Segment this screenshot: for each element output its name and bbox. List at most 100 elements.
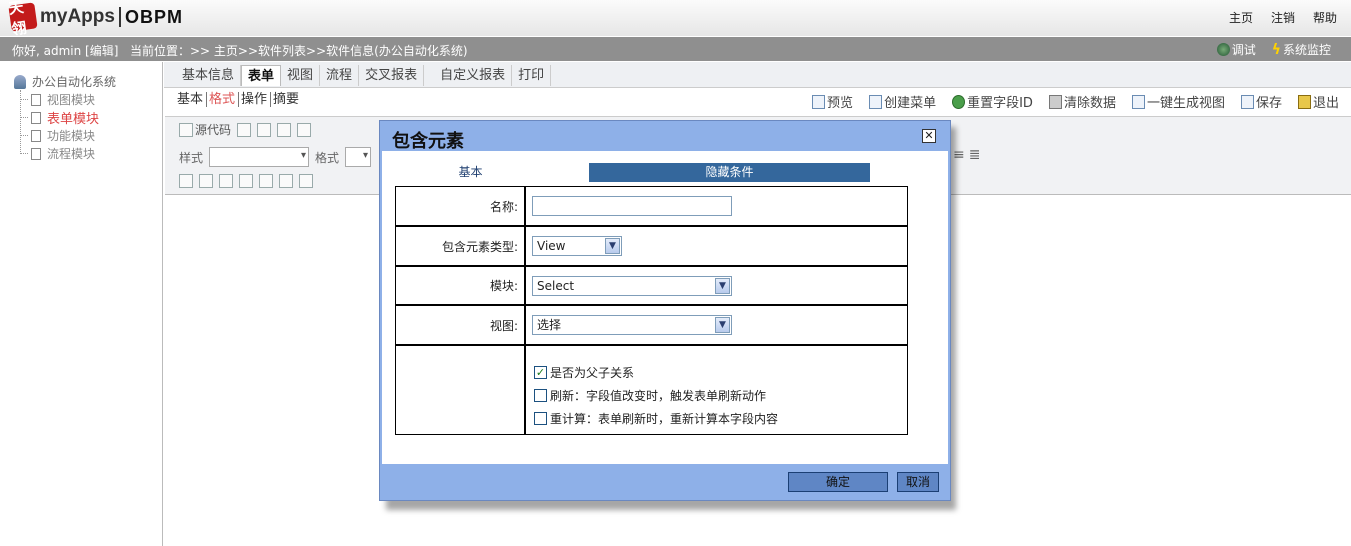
reset-field-id-button[interactable]: 重置字段ID: [952, 92, 1033, 111]
ok-button[interactable]: 确定: [788, 472, 888, 492]
view-select[interactable]: 选择 ▼: [532, 315, 732, 335]
type-cell: View ▼: [532, 227, 622, 265]
name-row: 名称:: [396, 187, 907, 227]
radio-field-icon[interactable]: [199, 174, 213, 188]
create-menu-button[interactable]: 创建菜单: [869, 92, 936, 111]
refresh-label: 刷新：字段值改变时，触发表单刷新动作: [550, 389, 767, 403]
recalculate-checkbox[interactable]: 重计算：表单刷新时，重新计算本字段内容: [534, 410, 778, 427]
reset-icon: [952, 94, 966, 109]
preview-button[interactable]: 预览: [812, 92, 853, 111]
brand-name: OBPM: [124, 6, 183, 27]
recalculate-label: 重计算：表单刷新时，重新计算本字段内容: [550, 412, 779, 426]
toolbar-row-2: 样式 格式: [179, 147, 372, 167]
system-monitor-label: 系统监控: [1282, 43, 1331, 57]
subtab-summary[interactable]: 摘要: [273, 92, 302, 107]
preview-icon: [812, 94, 826, 109]
tree-item-flow-module[interactable]: 流程模块: [20, 145, 95, 162]
tree-item-label: 流程模块: [47, 147, 96, 161]
format-label: 格式: [315, 150, 340, 165]
check-icon: ✓: [534, 366, 547, 379]
generate-view-button[interactable]: 一键生成视图: [1131, 92, 1225, 111]
tab-hidden-condition[interactable]: 隐藏条件: [589, 163, 870, 182]
name-input[interactable]: [532, 196, 732, 216]
exit-label: 退出: [1312, 96, 1339, 111]
chevron-down-icon: ▼: [715, 317, 730, 333]
subtab-operation[interactable]: 操作: [241, 92, 272, 107]
module-value: Select: [537, 278, 575, 293]
cancel-button[interactable]: 取消: [897, 472, 939, 492]
tab-form[interactable]: 表单: [241, 65, 282, 86]
label-field-icon[interactable]: [219, 174, 233, 188]
user-greeting[interactable]: 你好, admin [编辑]: [12, 42, 118, 59]
tree-item-view-module[interactable]: 视图模块: [20, 91, 95, 108]
view-value: 选择: [537, 318, 562, 332]
tab-crosstab-report[interactable]: 交叉报表: [359, 65, 425, 86]
tree-item-label: 表单模块: [47, 112, 100, 127]
tab-flow[interactable]: 流程: [320, 65, 360, 86]
info-bar: 你好, admin [编辑] 当前位置：>> 主页>>软件列表>>软件信息(办公…: [0, 37, 1351, 61]
source-code-button[interactable]: 源代码: [179, 121, 231, 138]
tab-basic-info[interactable]: 基本信息: [176, 65, 242, 86]
paste-icon[interactable]: [277, 122, 292, 137]
parent-child-checkbox[interactable]: ✓ 是否为父子关系: [534, 364, 778, 381]
subtab-format[interactable]: 格式: [209, 92, 240, 107]
style-select[interactable]: [209, 147, 310, 167]
cut-icon[interactable]: [297, 122, 312, 137]
tree-branch: [20, 153, 28, 154]
help-link[interactable]: 帮助: [1313, 9, 1337, 26]
element-type-value: View: [537, 239, 566, 253]
tree-branch: [20, 99, 28, 100]
subtab-basic[interactable]: 基本: [177, 92, 208, 107]
generate-view-icon: [1131, 94, 1145, 109]
tree-item-form-module[interactable]: 表单模块: [20, 108, 99, 127]
module-select[interactable]: Select ▼: [532, 275, 732, 296]
chevron-down-icon: ▼: [715, 277, 730, 294]
module-row: 模块: Select ▼: [396, 267, 907, 306]
checkbox-field-icon[interactable]: [179, 174, 193, 188]
image-field-icon[interactable]: [299, 174, 313, 188]
tab-print[interactable]: 打印: [512, 65, 552, 86]
clear-data-label: 清除数据: [1063, 96, 1116, 111]
type-row: 包含元素类型: View ▼: [396, 227, 907, 267]
close-icon[interactable]: ✕: [922, 129, 936, 143]
text-field-icon[interactable]: [239, 174, 253, 188]
exit-icon: [1297, 94, 1311, 109]
generate-view-label: 一键生成视图: [1146, 96, 1225, 111]
name-label: 名称:: [396, 187, 526, 225]
format-select[interactable]: [345, 147, 372, 167]
save-button[interactable]: 保存: [1240, 92, 1282, 111]
debug-button[interactable]: 调试: [1216, 41, 1256, 58]
parent-child-label: 是否为父子关系: [550, 366, 635, 380]
view-label: 视图:: [396, 306, 526, 344]
exit-button[interactable]: 退出: [1297, 92, 1339, 111]
logout-link[interactable]: 注销: [1271, 9, 1295, 26]
tree-branch: [20, 117, 28, 118]
tab-basic[interactable]: 基本: [392, 163, 549, 181]
options-row: ✓ 是否为父子关系 刷新：字段值改变时，触发表单刷新动作 重计算：表单刷新时，重…: [396, 346, 907, 434]
trash-icon: [1048, 94, 1062, 109]
source-icon: [179, 122, 193, 137]
clear-data-button[interactable]: 清除数据: [1048, 92, 1116, 111]
reset-field-id-label: 重置字段ID: [967, 96, 1033, 111]
copy-icon[interactable]: [237, 122, 252, 137]
options-label: [396, 346, 526, 434]
lightning-icon: ϟ: [1271, 41, 1281, 58]
table-field-icon[interactable]: [259, 174, 273, 188]
top-links: 主页 注销 帮助: [1229, 9, 1337, 26]
justify-icon[interactable]: ≣: [969, 147, 981, 163]
tab-custom-report[interactable]: 自定义报表: [434, 65, 513, 86]
refresh-checkbox[interactable]: 刷新：字段值改变时，触发表单刷新动作: [534, 387, 778, 404]
date-field-icon[interactable]: [279, 174, 293, 188]
tree-item-function-module[interactable]: 功能模块: [20, 127, 95, 144]
debug-label: 调试: [1231, 43, 1256, 57]
find-icon[interactable]: [257, 122, 272, 137]
system-monitor-button[interactable]: ϟ 系统监控: [1272, 41, 1331, 58]
tree-root[interactable]: 办公自动化系统: [14, 73, 116, 90]
dialog-footer: 确定 取消: [380, 464, 950, 500]
include-element-dialog: 包含元素 ✕ 基本 隐藏条件 名称: 包含元素类型: View ▼ 模块: Se…: [379, 120, 951, 501]
home-link[interactable]: 主页: [1229, 9, 1253, 26]
element-type-select[interactable]: View ▼: [532, 236, 622, 256]
option-checkboxes: ✓ 是否为父子关系 刷新：字段值改变时，触发表单刷新动作 重计算：表单刷新时，重…: [534, 364, 778, 427]
save-label: 保存: [1255, 96, 1282, 111]
tab-view[interactable]: 视图: [281, 65, 321, 86]
